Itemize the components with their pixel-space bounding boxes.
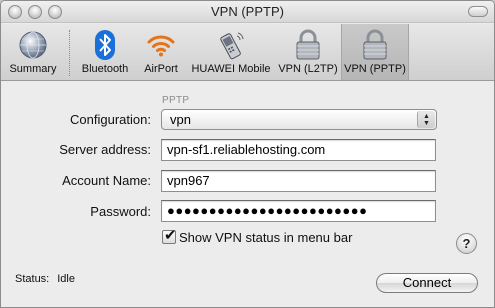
vpn-window: VPN (PPTP) Summary Bluetooth AirPort HUA…	[0, 0, 495, 308]
airport-icon	[144, 28, 178, 62]
toolbar-item-label: Bluetooth	[81, 63, 129, 75]
status-label: Status:	[15, 273, 50, 285]
toolbar-separator	[69, 30, 70, 76]
toolbar-item-label: HUAWEI Mobile	[191, 63, 271, 75]
configuration-value: vpn	[170, 112, 191, 127]
toolbar: Summary Bluetooth AirPort HUAWEI Mobile …	[1, 24, 494, 81]
account-name-label: Account Name:	[62, 173, 151, 188]
toolbar-item-vpn-l2tp[interactable]: VPN (L2TP)	[276, 24, 340, 80]
section-label: PPTP	[162, 95, 190, 106]
popup-arrows-icon: ▲ ▼	[417, 111, 435, 128]
toolbar-item-vpn-pptp[interactable]: VPN (PPTP)	[341, 24, 409, 80]
status-line: Status: Idle	[15, 273, 75, 285]
checkmark-icon: ✔	[164, 226, 177, 244]
help-button[interactable]: ?	[456, 233, 477, 254]
bluetooth-icon	[88, 28, 122, 62]
server-address-field[interactable]: vpn-sf1.reliablehosting.com	[161, 139, 436, 161]
account-name-field[interactable]: vpn967	[161, 170, 436, 192]
toolbar-item-huawei-mobile[interactable]: HUAWEI Mobile	[188, 24, 274, 80]
password-field[interactable]: ●●●●●●●●●●●●●●●●●●●●●●●●	[161, 200, 436, 222]
configuration-label: Configuration:	[70, 112, 151, 127]
toolbar-item-summary[interactable]: Summary	[3, 24, 63, 80]
title-bar[interactable]: VPN (PPTP)	[1, 1, 494, 23]
connect-button[interactable]: Connect	[376, 273, 478, 293]
server-address-label: Server address:	[59, 142, 151, 157]
toolbar-item-airport[interactable]: AirPort	[138, 24, 184, 80]
lock-icon	[291, 28, 325, 62]
show-vpn-status-option[interactable]: ✔ Show VPN status in menu bar	[162, 226, 353, 246]
toolbar-toggle-button[interactable]	[468, 6, 488, 17]
toolbar-item-label: AirPort	[144, 63, 178, 75]
show-vpn-status-label: Show VPN status in menu bar	[179, 229, 353, 245]
password-label: Password:	[90, 204, 151, 219]
globe-icon	[16, 28, 50, 62]
toolbar-item-label: VPN (L2TP)	[278, 63, 338, 75]
toolbar-item-bluetooth[interactable]: Bluetooth	[75, 24, 135, 80]
configuration-popup[interactable]: vpn ▲ ▼	[161, 109, 437, 130]
window-title: VPN (PPTP)	[211, 4, 284, 19]
phone-icon	[214, 28, 248, 62]
toolbar-item-label: Summary	[9, 63, 57, 75]
toolbar-item-label: VPN (PPTP)	[344, 63, 406, 75]
lock-icon	[358, 28, 392, 62]
show-vpn-status-checkbox[interactable]: ✔	[162, 226, 177, 244]
status-value: Idle	[57, 273, 75, 285]
